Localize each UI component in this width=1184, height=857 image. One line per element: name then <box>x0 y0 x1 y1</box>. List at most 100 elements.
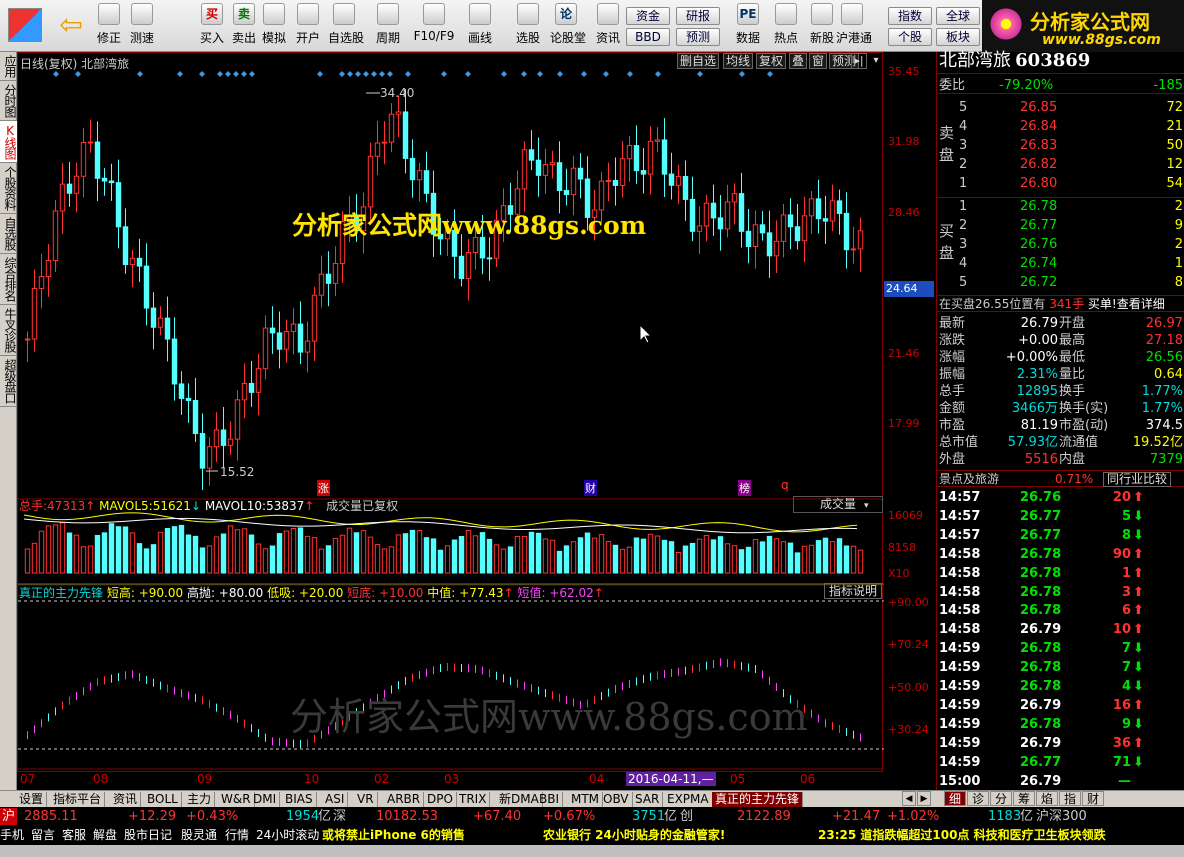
side-tab-1[interactable]: 分时图 <box>0 81 17 121</box>
indicator-help-button[interactable]: 指标说明 <box>824 583 882 599</box>
修正-toolbar-button[interactable]: 修正 <box>93 3 125 49</box>
indicator-tab-17[interactable]: SAR <box>632 792 664 807</box>
news-nav-item-7[interactable]: 24小时滚动 <box>256 826 319 845</box>
indicator-tab-1[interactable]: 指标平台 <box>50 792 106 807</box>
toolbar-box-7[interactable]: 板块 <box>936 28 980 46</box>
indicator-tab-18[interactable]: EXPMA <box>664 792 713 807</box>
chart-button-3[interactable]: 叠 <box>789 53 808 69</box>
toolbar-box-1[interactable]: BBD <box>626 28 670 46</box>
news-ticker-2[interactable]: 农业银行 24小时贴身的金融管家! <box>543 826 725 845</box>
indicator-tab-12[interactable]: TRIX <box>456 792 491 807</box>
side-tab-3[interactable]: 个股资料 <box>0 163 17 214</box>
论股堂-toolbar-button[interactable]: 论论股堂 <box>550 3 586 49</box>
indicator-tab-3[interactable]: BOLL <box>144 792 182 807</box>
tab-right-arrow-icon[interactable]: ▶ <box>917 791 931 806</box>
bid-row[interactable]: 4 26.74 1 <box>937 255 1184 272</box>
卖出-toolbar-button[interactable]: 卖卖出 <box>228 3 260 49</box>
side-tab-4[interactable]: 自选股 <box>0 214 17 254</box>
side-tab-2[interactable]: K线图 <box>0 121 17 163</box>
back-arrow-icon[interactable]: ⇦ <box>54 10 88 42</box>
indicator-tab-9[interactable]: VR <box>354 792 378 807</box>
ask-row[interactable]: 5 26.85 72 <box>937 99 1184 116</box>
side-tab-5[interactable]: 综合排名 <box>0 254 17 305</box>
toolbar-box-2[interactable]: 研报 <box>676 7 720 25</box>
新股-toolbar-button[interactable]: 新股 <box>806 3 838 49</box>
marker-bang[interactable]: 榜 <box>738 480 751 496</box>
ask-row[interactable]: 4 26.84 21 <box>937 118 1184 135</box>
indicator-tab-14[interactable]: BBI <box>536 792 564 807</box>
chart-button-1[interactable]: 均线 <box>723 53 754 69</box>
indicator-tab-16[interactable]: OBV <box>600 792 633 807</box>
right-tab-0[interactable]: 细 <box>944 791 966 806</box>
chart-button-2[interactable]: 复权 <box>756 53 787 69</box>
big-order-notice[interactable]: 在买盘26.55位置有 341手 买单!查看详细 <box>937 295 1184 312</box>
chart-area[interactable] <box>17 52 884 773</box>
right-tab-5[interactable]: 指 <box>1059 791 1081 806</box>
dropdown-icon[interactable]: ▾ <box>869 53 883 69</box>
买入-toolbar-button[interactable]: 买买入 <box>196 3 228 49</box>
indicator-tab-7[interactable]: BIAS <box>282 792 317 807</box>
news-nav-item-5[interactable]: 股灵通 <box>181 826 217 845</box>
toolbar-box-6[interactable]: 个股 <box>888 28 932 46</box>
indicator-tab-2[interactable]: 资讯 <box>110 792 142 807</box>
side-tab-7[interactable]: 超级盘口 <box>0 356 17 407</box>
ask-row[interactable]: 2 26.82 12 <box>937 156 1184 173</box>
资讯-toolbar-button[interactable]: 资讯 <box>592 3 624 49</box>
news-nav-item-6[interactable]: 行情 <box>225 826 249 845</box>
indicator-tab-4[interactable]: 主力 <box>184 792 216 807</box>
marker-cai[interactable]: 财 <box>584 480 597 496</box>
ask-row[interactable]: 3 26.83 50 <box>937 137 1184 154</box>
news-ticker-3[interactable]: 23:25 道指跌幅超过100点 科技和医疗卫生板块领跌 <box>818 826 1106 845</box>
news-nav-item-2[interactable]: 客服 <box>62 826 86 845</box>
自选股-toolbar-button[interactable]: 自选股 <box>328 3 364 49</box>
热点-toolbar-button[interactable]: 热点 <box>770 3 802 49</box>
marker-q[interactable]: q <box>781 478 789 492</box>
toolbar-box-5[interactable]: 全球 <box>936 7 980 25</box>
数据-toolbar-button[interactable]: PE 数据 <box>732 3 764 49</box>
bid-row[interactable]: 1 26.78 2 <box>937 198 1184 215</box>
chart-button-0[interactable]: 删自选 <box>677 53 720 69</box>
volume-selector[interactable]: 成交量 ▾ <box>793 496 883 513</box>
toolbar-box-3[interactable]: 预测 <box>676 28 720 46</box>
indicator-tab-11[interactable]: DPO <box>424 792 457 807</box>
right-tab-3[interactable]: 筹 <box>1013 791 1035 806</box>
toolbar-box-4[interactable]: 指数 <box>888 7 932 25</box>
indicator-tab-19[interactable]: 真正的主力先锋 <box>712 792 804 807</box>
side-tab-6[interactable]: 牛叉诊股 <box>0 305 17 356</box>
indicator-tab-0[interactable]: 设置 <box>16 792 48 807</box>
选股-toolbar-button[interactable]: 选股 <box>512 3 544 49</box>
indicator-tab-6[interactable]: DMI <box>250 792 281 807</box>
news-nav-item-4[interactable]: 股市日记 <box>124 826 172 845</box>
news-nav-item-3[interactable]: 解盘 <box>93 826 117 845</box>
right-tab-1[interactable]: 诊 <box>967 791 989 806</box>
peer-compare-button[interactable]: 同行业比较 <box>1103 472 1172 487</box>
bid-row[interactable]: 3 26.76 2 <box>937 236 1184 253</box>
news-ticker-1[interactable]: 或将禁止iPhone 6的销售 <box>322 826 465 845</box>
right-tab-2[interactable]: 分 <box>990 791 1012 806</box>
画线-toolbar-button[interactable]: 画线 <box>464 3 496 49</box>
周期-toolbar-button[interactable]: 周期 <box>372 3 404 49</box>
app-grid-icon[interactable] <box>8 8 42 42</box>
right-tab-4[interactable]: 焰 <box>1036 791 1058 806</box>
ask-row[interactable]: 1 26.80 54 <box>937 175 1184 192</box>
kline-chart[interactable] <box>18 53 884 773</box>
indicator-tab-8[interactable]: ASI <box>322 792 349 807</box>
side-tab-0[interactable]: 应用 <box>0 52 17 81</box>
scroll-right-icon[interactable]: ▸| <box>851 53 867 69</box>
indicator-tab-15[interactable]: MTM <box>568 792 604 807</box>
bid-row[interactable]: 2 26.77 9 <box>937 217 1184 234</box>
tab-left-arrow-icon[interactable]: ◀ <box>902 791 916 806</box>
开户-toolbar-button[interactable]: 开户 <box>292 3 324 49</box>
news-nav-item-0[interactable]: 手机 <box>0 826 24 845</box>
chart-button-4[interactable]: 窗 <box>809 53 828 69</box>
模拟-toolbar-button[interactable]: 模拟 <box>258 3 290 49</box>
right-tab-6[interactable]: 财 <box>1082 791 1104 806</box>
toolbar-box-0[interactable]: 资金 <box>626 7 670 25</box>
bid-row[interactable]: 5 26.72 8 <box>937 274 1184 291</box>
news-nav-item-1[interactable]: 留言 <box>31 826 55 845</box>
marker-zhang[interactable]: 涨 <box>317 480 330 496</box>
沪港通-toolbar-button[interactable]: 沪港通 <box>836 3 872 49</box>
测速-toolbar-button[interactable]: 测速 <box>126 3 158 49</box>
F10/F9-toolbar-button[interactable]: F10/F9 <box>412 3 456 49</box>
indicator-tab-10[interactable]: ARBR <box>384 792 425 807</box>
